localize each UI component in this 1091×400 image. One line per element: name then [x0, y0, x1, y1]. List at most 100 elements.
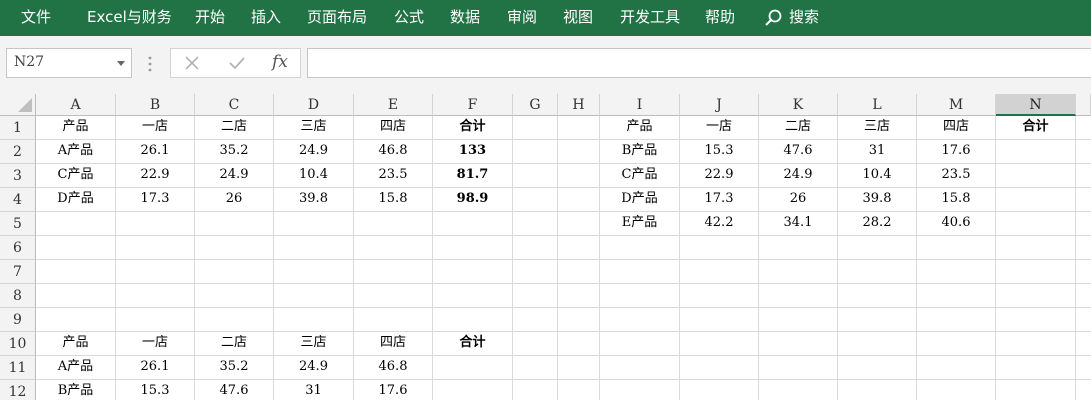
cell-c4[interactable]: 26: [195, 187, 273, 211]
cell-j2[interactable]: 15.3: [680, 139, 758, 163]
cell-f4[interactable]: 98.9: [433, 187, 512, 211]
cell-i3[interactable]: C产品: [600, 163, 679, 187]
row-header-5[interactable]: 5: [0, 212, 36, 236]
cell-b3[interactable]: 22.9: [116, 163, 194, 187]
column-header-g[interactable]: G: [513, 94, 558, 116]
cell-a11[interactable]: A产品: [36, 355, 115, 379]
cell-d4[interactable]: 39.8: [274, 187, 353, 211]
cell-i2[interactable]: B产品: [600, 139, 679, 163]
cell-m5[interactable]: 40.6: [917, 211, 995, 235]
row-header-12[interactable]: 12: [0, 380, 36, 400]
cell-d11[interactable]: 24.9: [274, 355, 353, 379]
column-header-a[interactable]: A: [36, 94, 116, 116]
cell-m1[interactable]: 四店: [917, 115, 995, 139]
row-header-6[interactable]: 6: [0, 236, 36, 260]
cell-c2[interactable]: 35.2: [195, 139, 273, 163]
tab-home[interactable]: 开始: [195, 0, 225, 36]
cell-k1[interactable]: 二店: [759, 115, 837, 139]
cell-l2[interactable]: 31: [838, 139, 916, 163]
cell-d1[interactable]: 三店: [274, 115, 353, 139]
cell-l5[interactable]: 28.2: [838, 211, 916, 235]
cell-l3[interactable]: 10.4: [838, 163, 916, 187]
row-header-7[interactable]: 7: [0, 260, 36, 284]
cell-d10[interactable]: 三店: [274, 331, 353, 355]
cell-b2[interactable]: 26.1: [116, 139, 194, 163]
cell-a10[interactable]: 产品: [36, 331, 115, 355]
column-header-e[interactable]: E: [354, 94, 433, 116]
row-header-4[interactable]: 4: [0, 188, 36, 212]
row-header-11[interactable]: 11: [0, 356, 36, 380]
cell-j1[interactable]: 一店: [680, 115, 758, 139]
column-header-n[interactable]: N: [996, 94, 1076, 116]
cell-c10[interactable]: 二店: [195, 331, 273, 355]
row-header-3[interactable]: 3: [0, 164, 36, 188]
cell-k2[interactable]: 47.6: [759, 139, 837, 163]
column-header-i[interactable]: I: [600, 94, 680, 116]
row-header-1[interactable]: 1: [0, 116, 36, 140]
cell-m3[interactable]: 23.5: [917, 163, 995, 187]
cell-b4[interactable]: 17.3: [116, 187, 194, 211]
cell-j5[interactable]: 42.2: [680, 211, 758, 235]
cell-c11[interactable]: 35.2: [195, 355, 273, 379]
cell-b12[interactable]: 15.3: [116, 379, 194, 400]
search-box[interactable]: 搜索: [762, 0, 832, 36]
cell-a2[interactable]: A产品: [36, 139, 115, 163]
cell-a3[interactable]: C产品: [36, 163, 115, 187]
cell-m2[interactable]: 17.6: [917, 139, 995, 163]
tab-excel-finance[interactable]: Excel与财务: [87, 0, 172, 36]
cell-n1[interactable]: 合计: [996, 115, 1075, 139]
column-header-d[interactable]: D: [274, 94, 354, 116]
column-header-l[interactable]: L: [838, 94, 917, 116]
cell-e1[interactable]: 四店: [354, 115, 432, 139]
cell-a4[interactable]: D产品: [36, 187, 115, 211]
tab-help[interactable]: 帮助: [705, 0, 735, 36]
tab-formulas[interactable]: 公式: [394, 0, 424, 36]
cell-a1[interactable]: 产品: [36, 115, 115, 139]
cell-i1[interactable]: 产品: [600, 115, 679, 139]
insert-function-icon[interactable]: fx: [272, 52, 288, 72]
check-icon[interactable]: [227, 54, 247, 72]
cell-b11[interactable]: 26.1: [116, 355, 194, 379]
column-header-j[interactable]: J: [680, 94, 759, 116]
cell-j3[interactable]: 22.9: [680, 163, 758, 187]
cell-l1[interactable]: 三店: [838, 115, 916, 139]
cell-c12[interactable]: 47.6: [195, 379, 273, 400]
cell-e12[interactable]: 17.6: [354, 379, 432, 400]
tab-view[interactable]: 视图: [563, 0, 593, 36]
cell-c1[interactable]: 二店: [195, 115, 273, 139]
cell-d3[interactable]: 10.4: [274, 163, 353, 187]
chevron-down-icon[interactable]: [117, 61, 125, 66]
tab-review[interactable]: 审阅: [507, 0, 537, 36]
cell-f3[interactable]: 81.7: [433, 163, 512, 187]
cell-a12[interactable]: B产品: [36, 379, 115, 400]
select-all-button[interactable]: [0, 94, 36, 116]
cell-m4[interactable]: 15.8: [917, 187, 995, 211]
row-header-2[interactable]: 2: [0, 140, 36, 164]
column-header-h[interactable]: H: [558, 94, 600, 116]
name-box[interactable]: N27: [6, 48, 132, 78]
cell-k5[interactable]: 34.1: [759, 211, 837, 235]
cell-b1[interactable]: 一店: [116, 115, 194, 139]
row-header-8[interactable]: 8: [0, 284, 36, 308]
cell-e11[interactable]: 46.8: [354, 355, 432, 379]
tab-data[interactable]: 数据: [450, 0, 480, 36]
tab-developer[interactable]: 开发工具: [620, 0, 680, 36]
tab-insert[interactable]: 插入: [251, 0, 281, 36]
cell-k3[interactable]: 24.9: [759, 163, 837, 187]
formula-input[interactable]: [307, 48, 1091, 78]
cancel-icon[interactable]: [183, 54, 201, 72]
column-header-k[interactable]: K: [759, 94, 838, 116]
column-header-c[interactable]: C: [195, 94, 274, 116]
cell-d2[interactable]: 24.9: [274, 139, 353, 163]
cell-l4[interactable]: 39.8: [838, 187, 916, 211]
cell-i4[interactable]: D产品: [600, 187, 679, 211]
column-header-m[interactable]: M: [917, 94, 996, 116]
cell-f2[interactable]: 133: [433, 139, 512, 163]
cell-f10[interactable]: 合计: [433, 331, 512, 355]
cell-j4[interactable]: 17.3: [680, 187, 758, 211]
cell-k4[interactable]: 26: [759, 187, 837, 211]
cell-e3[interactable]: 23.5: [354, 163, 432, 187]
cell-e10[interactable]: 四店: [354, 331, 432, 355]
column-header-b[interactable]: B: [116, 94, 195, 116]
row-header-9[interactable]: 9: [0, 308, 36, 332]
